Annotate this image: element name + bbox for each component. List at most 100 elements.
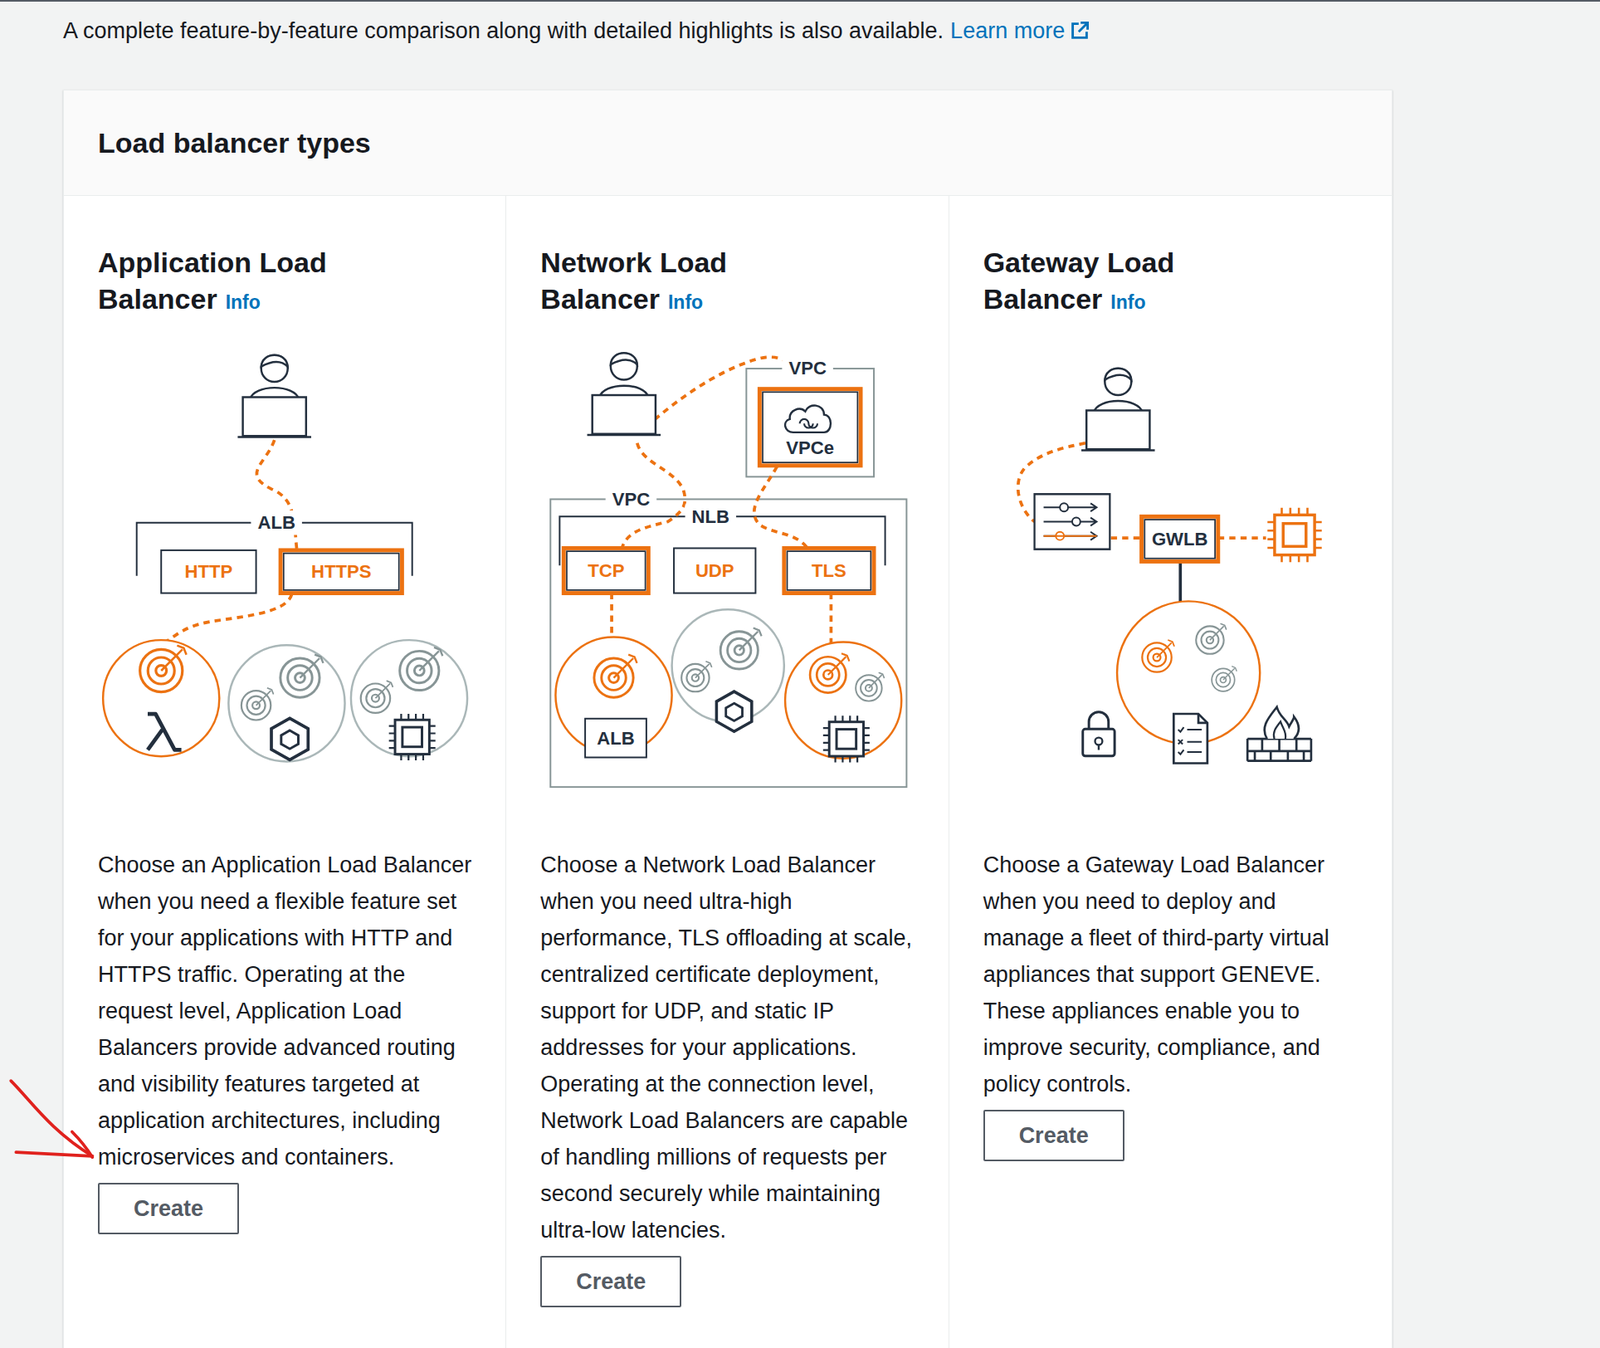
target-icon bbox=[400, 647, 444, 691]
target-group-circle bbox=[556, 636, 673, 753]
card-title-text: Application Load Balancer bbox=[97, 246, 327, 315]
target-icon bbox=[720, 628, 761, 669]
label-box bbox=[1141, 516, 1218, 561]
target-icon bbox=[1195, 623, 1227, 654]
target-group-circle bbox=[228, 644, 345, 761]
create-button[interactable]: Create bbox=[983, 1109, 1125, 1161]
label-text: TCP bbox=[588, 560, 625, 581]
label-text: VPC bbox=[612, 488, 651, 510]
label-box bbox=[784, 547, 874, 593]
label-text: HTTP bbox=[185, 560, 234, 582]
alb-diagram: ALB HTTP HTTPS bbox=[97, 346, 472, 796]
load-balancer-card: Application Load BalancerInfo ALB HTTP HTTP… bbox=[63, 195, 507, 1348]
vpc-boundary bbox=[551, 498, 908, 787]
label-text: ALB bbox=[597, 727, 635, 749]
panel-header: Load balancer types bbox=[63, 90, 1392, 196]
target-icon bbox=[1211, 666, 1237, 692]
label-text: GWLB bbox=[1151, 528, 1209, 550]
label-background bbox=[605, 487, 657, 513]
target-icon bbox=[280, 654, 324, 698]
lock-icon bbox=[1082, 712, 1114, 757]
diagram-label: UDP bbox=[673, 547, 756, 593]
label-text: UDP bbox=[695, 560, 735, 581]
label-text: VPC bbox=[789, 357, 828, 379]
label-box-inner bbox=[283, 553, 400, 591]
nlb-diagram: VPC VPCe VPC NLB TCP UDP TLS ALB bbox=[540, 346, 914, 796]
diagram-label: ALB bbox=[585, 718, 647, 758]
diagram-label: VPCe bbox=[760, 389, 862, 466]
container-icon bbox=[717, 691, 752, 732]
label-box bbox=[760, 389, 862, 466]
label-box-inner bbox=[566, 551, 646, 591]
info-link[interactable]: Info bbox=[1110, 291, 1146, 313]
intro-sentence: A complete feature-by-feature comparison… bbox=[63, 18, 944, 44]
diagram-label: TLS bbox=[784, 547, 874, 593]
card-columns: Application Load BalancerInfoALBHTTPHTTP… bbox=[63, 195, 1392, 1348]
user-icon bbox=[587, 352, 662, 435]
card-title-text: Gateway Load Balancer bbox=[983, 246, 1176, 315]
label-box bbox=[160, 550, 256, 594]
lambda-icon bbox=[147, 713, 182, 750]
label-box-inner bbox=[787, 551, 872, 591]
label-box bbox=[585, 718, 647, 758]
diagram-label: TCP bbox=[564, 547, 649, 593]
red-arrow-annotation-icon bbox=[5, 1075, 100, 1166]
target-icon bbox=[809, 653, 849, 693]
target-icon bbox=[241, 687, 274, 721]
traffic-path bbox=[829, 593, 834, 644]
panel-title: Load balancer types bbox=[97, 126, 1358, 160]
diagram-label: VPC bbox=[605, 487, 657, 513]
intro-text: A complete feature-by-feature comparison… bbox=[63, 15, 1600, 46]
instance-chip-icon bbox=[823, 715, 870, 762]
card-description: Choose an Application Load Balancer when… bbox=[97, 846, 472, 1176]
label-box bbox=[280, 550, 402, 594]
create-button[interactable]: Create bbox=[540, 1255, 682, 1308]
card-title: Gateway Load BalancerInfo bbox=[983, 243, 1316, 321]
info-link[interactable]: Info bbox=[225, 291, 261, 313]
diagram-label: VPC bbox=[782, 356, 834, 381]
route-table-icon bbox=[1034, 493, 1110, 549]
button-wrap: Create bbox=[97, 1182, 472, 1235]
learn-more-label: Learn more bbox=[950, 15, 1065, 46]
diagram-label: GWLB bbox=[1141, 516, 1218, 561]
vpc-boundary bbox=[746, 368, 875, 477]
target-icon bbox=[140, 645, 187, 693]
card-description: Choose a Network Load Balancer when you … bbox=[540, 846, 914, 1249]
target-icon bbox=[681, 661, 713, 693]
firewall-icon bbox=[1247, 707, 1312, 761]
label-background bbox=[782, 356, 834, 381]
diagram-label: ALB bbox=[250, 510, 302, 536]
button-wrap: Create bbox=[983, 1109, 1358, 1161]
learn-more-link[interactable]: Learn more bbox=[950, 15, 1090, 46]
label-text: VPCe bbox=[786, 437, 835, 459]
label-text: NLB bbox=[692, 506, 730, 527]
info-link[interactable]: Info bbox=[668, 291, 703, 313]
card-description: Choose a Gateway Load Balancer when you … bbox=[983, 846, 1358, 1103]
label-box-inner bbox=[1144, 519, 1215, 559]
diagram-label: HTTP bbox=[160, 550, 256, 594]
target-icon bbox=[1141, 639, 1175, 673]
create-button[interactable]: Create bbox=[97, 1182, 240, 1235]
page: A complete feature-by-feature comparison… bbox=[0, 0, 1600, 1348]
diagram-label: HTTPS bbox=[280, 550, 402, 594]
label-text: TLS bbox=[811, 560, 847, 581]
target-icon bbox=[360, 680, 394, 713]
target-icon bbox=[594, 654, 638, 698]
user-icon bbox=[1081, 368, 1156, 451]
load-balancer-card: Network Load BalancerInfo VPC VPCe VPC NLB TC… bbox=[506, 195, 949, 1348]
checklist-icon bbox=[1173, 713, 1208, 764]
card-title: Network Load BalancerInfo bbox=[540, 243, 873, 321]
target-group-circle bbox=[102, 639, 220, 757]
button-wrap: Create bbox=[540, 1255, 914, 1308]
traffic-path bbox=[610, 593, 615, 640]
target-icon bbox=[855, 672, 884, 701]
external-link-icon bbox=[1069, 20, 1090, 41]
diagram-label: NLB bbox=[685, 504, 737, 530]
traffic-path bbox=[754, 466, 808, 548]
card-title: Application Load BalancerInfo bbox=[97, 243, 430, 321]
container-icon bbox=[271, 717, 308, 760]
label-box-inner bbox=[762, 391, 858, 463]
traffic-path bbox=[164, 594, 293, 643]
label-text: HTTPS bbox=[311, 560, 372, 582]
gwlb-diagram: GWLB bbox=[983, 346, 1357, 796]
